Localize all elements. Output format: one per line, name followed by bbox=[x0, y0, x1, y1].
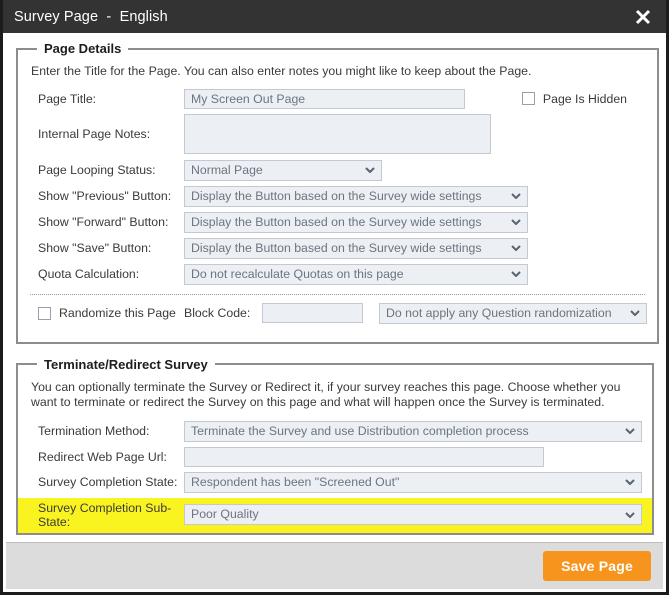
randomize-row: Randomize this Page Block Code: Do not a… bbox=[28, 302, 647, 324]
page-looping-status-value: Normal Page bbox=[191, 162, 263, 177]
termination-method-value: Terminate the Survey and use Distributio… bbox=[191, 423, 529, 438]
randomize-this-page-box[interactable] bbox=[38, 306, 51, 320]
page-title-label: Page Title: bbox=[38, 91, 97, 106]
survey-completion-sub-state-label: Survey Completion Sub-State: bbox=[38, 500, 172, 529]
show-forward-button-row: Show "Forward" Button: Display the Butto… bbox=[28, 211, 647, 233]
survey-page-dialog: Survey Page - English Page Details Enter… bbox=[0, 0, 669, 595]
survey-completion-sub-state-select[interactable]: Poor Quality bbox=[184, 504, 642, 525]
termination-method-row: Termination Method: Terminate the Survey… bbox=[28, 420, 642, 442]
close-button[interactable] bbox=[620, 0, 666, 33]
show-previous-button-select[interactable]: Display the Button based on the Survey w… bbox=[184, 185, 528, 207]
page-looping-status-row: Page Looping Status: Normal Page bbox=[28, 159, 647, 181]
survey-completion-state-row: Survey Completion State: Respondent has … bbox=[28, 471, 642, 493]
page-title-input[interactable] bbox=[184, 88, 465, 109]
terminate-redirect-group: Terminate/Redirect Survey You can option… bbox=[16, 356, 654, 535]
block-code-input[interactable] bbox=[262, 303, 363, 323]
internal-page-notes-row: Internal Page Notes: bbox=[28, 113, 647, 154]
randomize-this-page-checkbox[interactable]: Randomize this Page bbox=[28, 306, 184, 320]
survey-completion-state-select[interactable]: Respondent has been "Screened Out" bbox=[184, 471, 642, 493]
show-forward-button-select[interactable]: Display the Button based on the Survey w… bbox=[184, 211, 528, 233]
dialog-footer: Save Page bbox=[6, 542, 663, 589]
page-title-row: Page Title: Page Is Hidden bbox=[28, 88, 647, 109]
internal-page-notes-textarea[interactable] bbox=[184, 113, 491, 154]
survey-completion-state-label: Survey Completion State: bbox=[38, 475, 178, 489]
page-looping-status-label: Page Looping Status: bbox=[38, 163, 156, 177]
section-divider bbox=[30, 293, 645, 295]
page-details-group: Page Details Enter the Title for the Pag… bbox=[16, 41, 659, 344]
quota-calculation-value: Do not recalculate Quotas on this page bbox=[191, 266, 404, 281]
redirect-url-row: Redirect Web Page Url: bbox=[28, 446, 642, 467]
survey-completion-state-value: Respondent has been "Screened Out" bbox=[191, 474, 400, 489]
quota-calculation-select[interactable]: Do not recalculate Quotas on this page bbox=[184, 263, 528, 285]
question-randomization-select[interactable]: Do not apply any Question randomization bbox=[379, 302, 647, 324]
show-save-button-value: Display the Button based on the Survey w… bbox=[191, 240, 482, 255]
survey-completion-sub-state-value: Poor Quality bbox=[191, 507, 259, 521]
randomize-this-page-label: Randomize this Page bbox=[59, 306, 176, 320]
close-icon bbox=[634, 8, 652, 26]
quota-calculation-label: Quota Calculation: bbox=[38, 267, 140, 281]
dialog-content: Page Details Enter the Title for the Pag… bbox=[6, 33, 663, 589]
save-page-button[interactable]: Save Page bbox=[543, 551, 651, 581]
page-details-legend: Page Details bbox=[44, 41, 122, 56]
survey-completion-sub-state-row: Survey Completion Sub-State: Poor Qualit… bbox=[18, 497, 652, 533]
dialog-scroll-area: Page Details Enter the Title for the Pag… bbox=[6, 33, 663, 542]
show-save-button-label: Show "Save" Button: bbox=[38, 241, 152, 255]
terminate-redirect-description: You can optionally terminate the Survey … bbox=[31, 379, 621, 410]
page-looping-status-select[interactable]: Normal Page bbox=[184, 159, 382, 181]
quota-calculation-row: Quota Calculation: Do not recalculate Qu… bbox=[28, 263, 647, 285]
block-code-label: Block Code: bbox=[184, 306, 251, 320]
show-forward-button-value: Display the Button based on the Survey w… bbox=[191, 214, 482, 229]
terminate-redirect-legend: Terminate/Redirect Survey bbox=[44, 356, 208, 372]
show-save-button-select[interactable]: Display the Button based on the Survey w… bbox=[184, 237, 528, 259]
show-previous-button-label: Show "Previous" Button: bbox=[38, 189, 172, 203]
page-is-hidden-checkbox[interactable]: Page Is Hidden bbox=[521, 91, 627, 106]
show-forward-button-label: Show "Forward" Button: bbox=[38, 215, 169, 229]
page-is-hidden-label: Page Is Hidden bbox=[542, 91, 627, 106]
page-details-description: Enter the Title for the Page. You can al… bbox=[31, 64, 532, 78]
show-previous-button-value: Display the Button based on the Survey w… bbox=[191, 188, 482, 203]
page-is-hidden-box[interactable] bbox=[521, 92, 535, 105]
show-save-button-row: Show "Save" Button: Display the Button b… bbox=[28, 237, 647, 259]
termination-method-label: Termination Method: bbox=[38, 424, 150, 438]
show-previous-button-row: Show "Previous" Button: Display the Butt… bbox=[28, 185, 647, 207]
dialog-titlebar: Survey Page - English bbox=[3, 0, 666, 33]
dialog-title: Survey Page - English bbox=[14, 8, 168, 25]
internal-page-notes-label: Internal Page Notes: bbox=[38, 126, 151, 141]
termination-method-select[interactable]: Terminate the Survey and use Distributio… bbox=[184, 420, 642, 442]
question-randomization-value: Do not apply any Question randomization bbox=[386, 305, 612, 320]
redirect-url-label: Redirect Web Page Url: bbox=[38, 449, 167, 464]
redirect-url-input[interactable] bbox=[184, 446, 544, 467]
